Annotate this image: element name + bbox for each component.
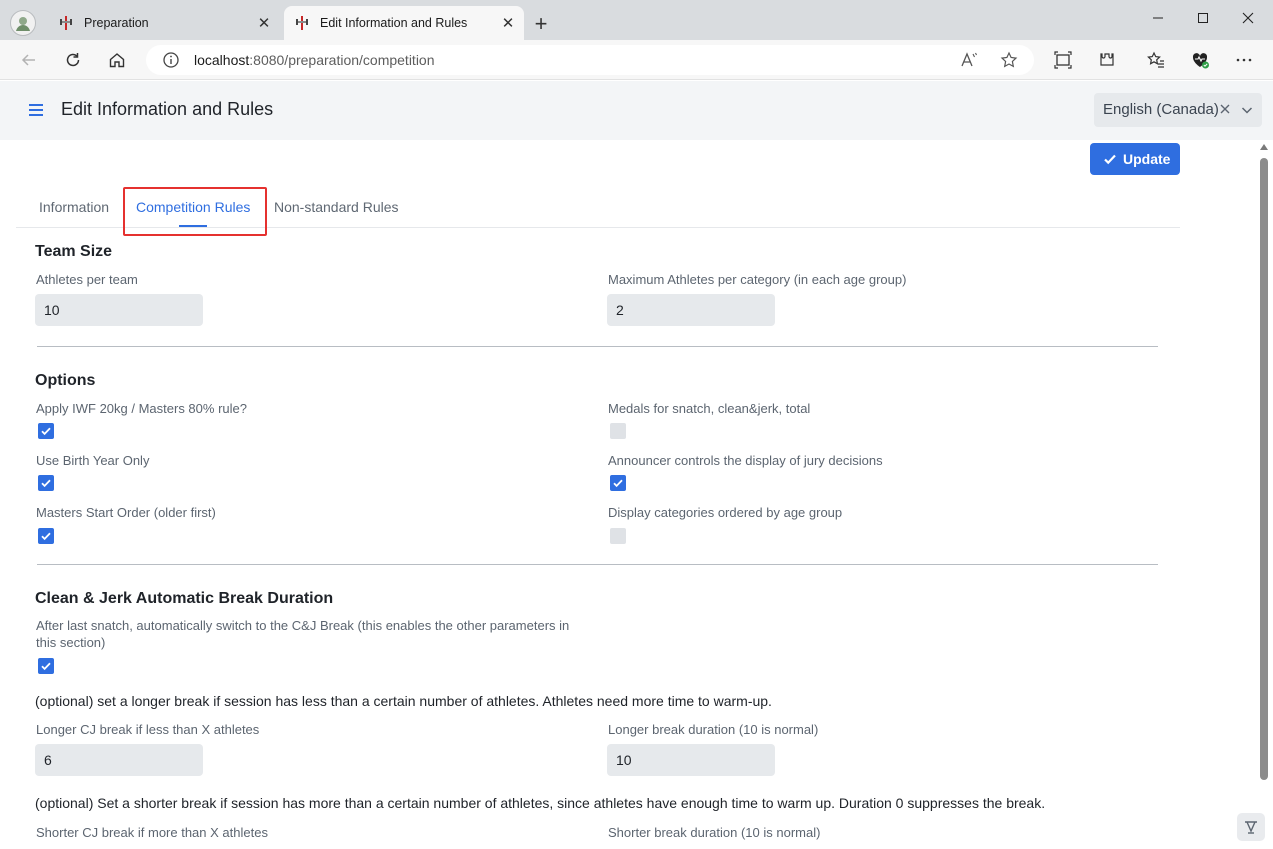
longer-duration-field[interactable]: 10 <box>607 744 775 776</box>
section-title-team-size: Team Size <box>35 243 113 260</box>
scroll-up-arrow-icon[interactable] <box>1260 144 1268 150</box>
section-title-options: Options <box>35 372 96 389</box>
update-button[interactable]: Update <box>1090 143 1180 175</box>
language-select[interactable]: English (Canada) <box>1094 93 1262 127</box>
favorite-star-icon[interactable] <box>999 50 1019 70</box>
birth-year-checkbox[interactable] <box>38 475 54 491</box>
categories-order-label: Display categories ordered by age group <box>608 505 843 520</box>
close-tab-icon[interactable]: ✕ <box>500 15 516 32</box>
checkmark-icon <box>41 479 51 488</box>
athletes-per-team-label: Athletes per team <box>36 272 138 287</box>
app-header: Edit Information and Rules English (Cana… <box>0 81 1273 140</box>
shorter-break-note: (optional) Set a shorter break if sessio… <box>35 795 1046 811</box>
new-tab-icon[interactable]: + <box>528 11 554 37</box>
browser-tab-title: Preparation <box>84 16 149 30</box>
hamburger-menu-icon[interactable] <box>27 101 45 119</box>
page-scrollbar[interactable] <box>1257 141 1271 849</box>
browser-tab-edit-rules[interactable]: Edit Information and Rules ✕ <box>284 6 524 40</box>
announcer-jury-label: Announcer controls the display of jury d… <box>608 453 883 468</box>
longer-threshold-field[interactable]: 6 <box>35 744 203 776</box>
close-icon[interactable] <box>1236 8 1260 28</box>
scroll-thumb[interactable] <box>1260 158 1268 780</box>
minimize-icon[interactable] <box>1146 8 1170 28</box>
checkmark-icon <box>41 427 51 436</box>
screenshot-icon[interactable] <box>1051 48 1075 72</box>
divider <box>37 564 1158 565</box>
checkmark-icon <box>613 479 623 488</box>
url-field[interactable]: localhost:8080/preparation/competition <box>146 45 1034 75</box>
home-icon[interactable] <box>105 48 129 72</box>
shorter-threshold-label: Shorter CJ break if more than X athletes <box>36 825 268 840</box>
masters-order-checkbox[interactable] <box>38 528 54 544</box>
browser-tab-preparation[interactable]: Preparation ✕ <box>48 6 280 40</box>
masters-order-label: Masters Start Order (older first) <box>36 505 216 520</box>
section-title-cj-break: Clean & Jerk Automatic Break Duration <box>35 590 334 607</box>
iwf-rule-checkbox[interactable] <box>38 423 54 439</box>
browser-essentials-icon[interactable] <box>1188 48 1212 72</box>
back-arrow-icon[interactable] <box>17 48 41 72</box>
checkmark-icon <box>41 662 51 671</box>
page-title: Edit Information and Rules <box>61 99 274 119</box>
devtools-toggle-icon[interactable] <box>1237 813 1265 841</box>
clear-icon[interactable] <box>1218 102 1232 116</box>
longer-threshold-label: Longer CJ break if less than X athletes <box>36 722 260 737</box>
barbell-favicon-icon <box>296 16 308 30</box>
update-button-label: Update <box>1123 151 1171 167</box>
close-tab-icon[interactable]: ✕ <box>256 15 272 32</box>
athletes-per-team-field[interactable]: 10 <box>35 294 203 326</box>
medals-label: Medals for snatch, clean&jerk, total <box>608 401 811 416</box>
more-menu-icon[interactable] <box>1232 48 1256 72</box>
barbell-favicon-icon <box>60 16 72 30</box>
longer-break-note: (optional) set a longer break if session… <box>35 693 772 709</box>
tab-information[interactable]: Information <box>39 199 109 215</box>
site-info-icon[interactable] <box>162 51 180 69</box>
birth-year-label: Use Birth Year Only <box>36 453 150 468</box>
iwf-rule-label: Apply IWF 20kg / Masters 80% rule? <box>36 401 247 416</box>
profile-avatar-icon[interactable] <box>10 10 36 36</box>
checkmark-icon <box>41 532 51 541</box>
browser-address-bar: localhost:8080/preparation/competition <box>0 40 1273 80</box>
browser-titlebar: Preparation ✕ Edit Information and Rules… <box>0 0 1273 40</box>
chevron-down-icon[interactable] <box>1240 103 1254 117</box>
maximize-icon[interactable] <box>1191 8 1215 28</box>
divider <box>37 346 1158 347</box>
longer-duration-label: Longer break duration (10 is normal) <box>608 722 819 737</box>
read-aloud-icon[interactable] <box>959 50 979 70</box>
auto-switch-label: After last snatch, automatically switch … <box>36 618 570 650</box>
url-text: localhost:8080/preparation/competition <box>194 52 435 68</box>
favorites-icon[interactable] <box>1144 48 1168 72</box>
checkmark-icon <box>1104 154 1116 165</box>
max-athletes-label: Maximum Athletes per category (in each a… <box>608 272 907 287</box>
categories-order-checkbox[interactable] <box>610 528 626 544</box>
shorter-duration-label: Shorter break duration (10 is normal) <box>608 825 821 840</box>
url-host: localhost <box>194 52 250 68</box>
refresh-icon[interactable] <box>61 48 85 72</box>
announcer-jury-checkbox[interactable] <box>610 475 626 491</box>
highlight-annotation-box <box>123 187 267 236</box>
tab-non-standard-rules[interactable]: Non-standard Rules <box>274 199 399 215</box>
extensions-icon[interactable] <box>1095 48 1119 72</box>
auto-switch-checkbox[interactable] <box>38 658 54 674</box>
language-value: English (Canada) <box>1103 101 1219 118</box>
browser-tab-title: Edit Information and Rules <box>320 16 468 30</box>
url-path: :8080/preparation/competition <box>249 52 435 68</box>
max-athletes-field[interactable]: 2 <box>607 294 775 326</box>
medals-checkbox[interactable] <box>610 423 626 439</box>
